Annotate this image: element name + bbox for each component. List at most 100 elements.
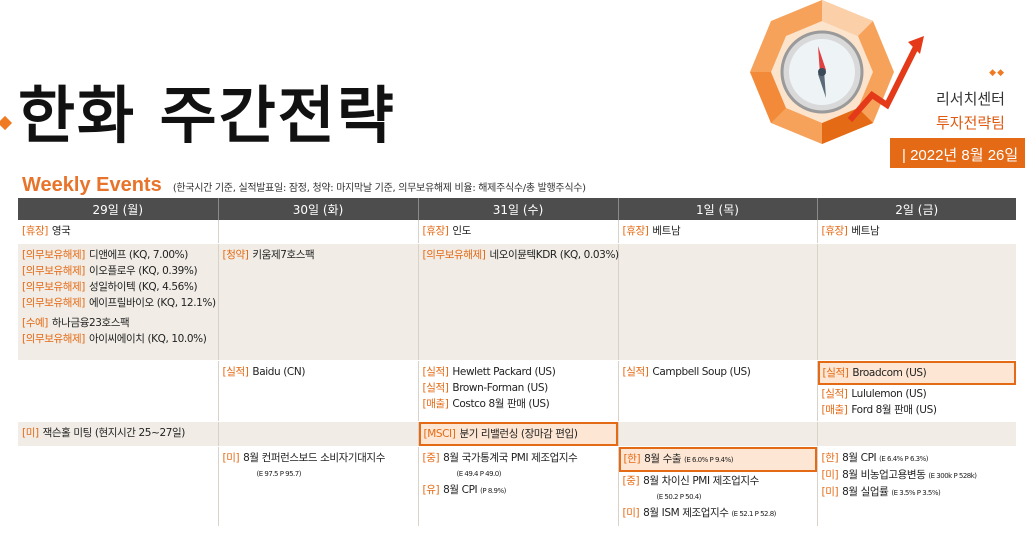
table-cell: [한] 8월 CPI (E 6.4% P 6.3%) [미] 8월 비농업고용변동 … [816,446,1016,527]
table-cell: [의무보유해제] 디앤에프 (KQ, 7.00%) [의무보유해제] 이오플로우 (… [18,243,218,361]
event-text: Campbell Soup (US) [652,365,751,378]
event-text: 8월 CPI [443,483,478,496]
event-tag: [실적] [622,365,649,378]
event-tag: [휴장] [622,225,649,237]
event-detail: (E 300k P 528k) [928,471,977,480]
event-detail: (P 8.9%) [480,486,506,495]
table-cell [217,220,418,244]
event-item: [휴장] 베트남 [623,223,813,239]
event-detail: (E 6.0% P 9.4%) [684,455,733,464]
event-item: [매출] Costco 8월 판매 (US) [423,396,614,412]
event-item: [중] 8월 국가통계국 PMI 제조업지수 [423,450,614,466]
weekly-events-table: 29일 (월) 30일 (화) 31일 (수) 1일 (목) 2일 (금) [휴… [18,198,1016,527]
event-tag: [의무보유해제] [22,248,85,261]
event-item: [의무보유해제] 이오플로우 (KQ, 0.39%) [22,263,214,279]
table-cell [617,421,817,447]
event-detail: (E 6.4% P 6.3%) [879,454,929,463]
table-row: [미] 8월 컨퍼런스보드 소비자기대지수 (E 97.5 P 95.7) [중]… [18,446,1016,527]
table-cell: [청약] 키움제7호스팩 [217,243,418,361]
event-text: 아이씨에이치 (KQ, 10.0%) [88,332,207,345]
day-header: 2일 (금) [816,198,1016,220]
highlighted-event: [MSCI] 분기 리밸런싱 (장마감 편입) [418,421,618,446]
event-tag: [의무보유해제] [22,296,85,309]
day-header: 31일 (수) [417,198,618,220]
table-cell [816,243,1016,361]
event-item: [의무보유해제] 에이프릴바이오 (KQ, 12.1%) [22,295,216,311]
event-text: 디앤에프 (KQ, 7.00%) [88,248,188,261]
table-cell: [미] 8월 컨퍼런스보드 소비자기대지수 (E 97.5 P 95.7) [217,446,418,527]
event-item: [휴장] 영국 [22,223,214,239]
event-tag: [실적] [222,365,249,378]
event-tag: [한] [821,451,839,464]
event-text: 8월 컨퍼런스보드 소비자기대지수 [243,451,385,464]
event-item: [의무보유해제] 디앤에프 (KQ, 7.00%) [22,247,214,263]
event-text: 키움제7호스팩 [252,248,315,261]
table-cell: [실적] Baidu (CN) [217,360,418,422]
event-tag: [유] [422,483,440,496]
event-item: [미] 8월 컨퍼런스보드 소비자기대지수 [223,450,414,466]
event-text: 8월 비농업고용변동 [842,468,926,481]
event-tag: [실적] [422,381,449,394]
table-cell: [MSCI] 분기 리밸런싱 (장마감 편입) [417,421,618,447]
event-text: Costco 8월 판매 (US) [452,397,550,410]
event-tag: [미] [622,506,640,519]
table-cell [18,446,218,527]
event-text: 8월 ISM 제조업지수 [643,506,729,519]
table-cell: [한] 8월 수출 (E 6.0% P 9.4%) [중] 8월 차이신 PMI 제… [617,446,817,527]
table-row: [의무보유해제] 디앤에프 (KQ, 7.00%) [의무보유해제] 이오플로우 (… [18,243,1016,361]
event-tag: [미] [821,468,839,481]
table-cell: [의무보유해제] 네오이뮨텍KDR (KQ, 0.03%) [417,243,620,361]
event-item: [의무보유해제] 네오이뮨텍KDR (KQ, 0.03%) [422,247,620,263]
event-text: Lululemon (US) [851,387,927,400]
event-tag: [실적] [822,366,849,379]
event-text: 베트남 [652,225,681,237]
table-row: [휴장] 영국 [휴장] 인도 [휴장] 베트남 [휴장] 베트남 [18,220,1016,244]
event-item: [수예] 하나금융23호스팩 [22,315,214,331]
compass-emblem-icon [750,0,924,144]
event-tag: [의무보유해제] [22,264,85,277]
event-tag: [미] [222,451,240,464]
event-tag: [미] [22,426,39,439]
table-cell: [중] 8월 국가통계국 PMI 제조업지수 (E 49.4 P 49.0) [유… [417,446,618,527]
org-line1: 리서치센터 [935,91,1005,108]
event-item: [의무보유해제] 성일하이텍 (KQ, 4.56%) [22,279,214,295]
table-cell: [실적] Broadcom (US) [실적] Lululemon (US) [매출… [816,360,1016,422]
table-cell: [휴장] 베트남 [617,220,817,244]
event-detail: (E 49.4 P 49.0) [456,469,502,478]
event-text: 8월 국가통계국 PMI 제조업지수 [443,451,578,464]
event-text: 베트남 [851,225,880,237]
event-detail: (E 3.5% P 3.5%) [891,488,941,497]
event-tag: [의무보유해제] [422,248,486,261]
event-item: [실적] Baidu (CN) [223,364,414,380]
event-text: 하나금융23호스팩 [51,316,130,329]
event-tag: [미] [821,485,839,498]
event-text: Baidu (CN) [252,365,306,378]
event-item: [미] 8월 실업률 (E 3.5% P 3.5%) [822,484,1013,501]
table-cell [18,360,218,422]
table-row: [미] 잭슨홀 미팅 (현지시간 25~27일) [MSCI] 분기 리밸런싱 (장… [18,421,1016,447]
event-item: [의무보유해제] 아이씨에이치 (KQ, 10.0%) [22,331,214,347]
event-tag: [실적] [821,387,848,400]
table-cell: [실적] Campbell Soup (US) [617,360,817,422]
section-title: Weekly Events [22,174,162,196]
event-text: 성일하이텍 (KQ, 4.56%) [88,280,198,293]
event-tag: [휴장] [422,225,449,237]
event-item: [실적] Campbell Soup (US) [623,364,813,380]
event-tag: [휴장] [821,225,848,237]
event-text: Broadcom (US) [852,366,927,379]
event-tag: [휴장] [22,225,48,237]
event-tag: [수예] [22,316,48,329]
org-line2: 투자전략팀 [935,115,1005,132]
event-text: Brown-Forman (US) [452,381,548,394]
event-detail: (E 97.5 P 95.7) [256,469,302,478]
day-header: 1일 (목) [617,198,817,220]
event-text: 영국 [51,225,71,237]
event-text: 인도 [452,225,471,237]
event-text: Ford 8월 판매 (US) [851,403,937,416]
event-text: 에이프릴바이오 (KQ, 12.1%) [88,296,216,309]
section-heading: Weekly Events (한국시간 기준, 실적발표일: 잠정, 청약: 마… [22,174,586,197]
table-cell: [휴장] 인도 [417,220,618,244]
event-item: [미] 8월 비농업고용변동 (E 300k P 528k) [822,467,1013,484]
event-item: [실적] Brown-Forman (US) [423,380,614,396]
event-text: 분기 리밸런싱 (장마감 편입) [459,427,578,440]
